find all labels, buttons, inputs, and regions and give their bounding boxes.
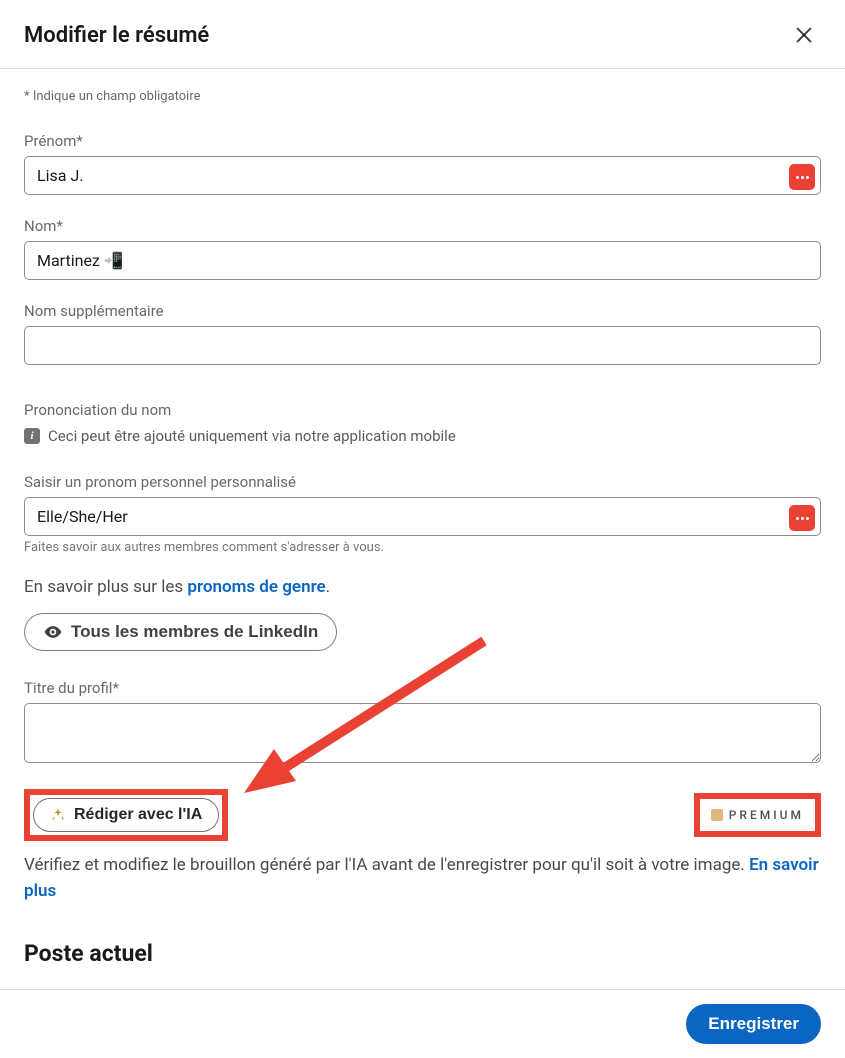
- close-button[interactable]: [787, 18, 821, 52]
- pronoun-learn-prefix: En savoir plus sur les: [24, 577, 187, 597]
- last-name-input[interactable]: [24, 241, 821, 280]
- annotation-highlight-left: Rédiger avec l'IA: [24, 789, 228, 841]
- current-position-heading: Poste actuel: [24, 940, 821, 967]
- additional-name-input[interactable]: [24, 326, 821, 365]
- pronoun-learn-suffix: .: [326, 577, 330, 597]
- visibility-label: Tous les membres de LinkedIn: [71, 622, 318, 642]
- ai-description: Vérifiez et modifiez le brouillon généré…: [24, 853, 821, 904]
- pronoun-learn-more-row: En savoir plus sur les pronoms de genre.: [24, 577, 821, 597]
- visibility-button[interactable]: Tous les membres de LinkedIn: [24, 613, 337, 651]
- first-name-label: Prénom*: [24, 132, 821, 150]
- close-icon: [793, 24, 815, 46]
- headline-input[interactable]: [24, 703, 821, 763]
- pronoun-label: Saisir un pronom personnel personnalisé: [24, 473, 821, 491]
- last-name-label: Nom*: [24, 217, 821, 235]
- premium-badge: PREMIUM: [703, 802, 812, 828]
- required-field-note: * Indique un champ obligatoire: [24, 89, 821, 104]
- pronunciation-info-text: Ceci peut être ajouté uniquement via not…: [48, 427, 456, 445]
- gender-pronoun-link[interactable]: pronoms de genre: [187, 577, 325, 597]
- headline-label: Titre du profil*: [24, 679, 821, 697]
- modal-title: Modifier le résumé: [24, 23, 209, 48]
- pronoun-helper-text: Faites savoir aux autres membres comment…: [24, 540, 821, 555]
- sparkle-icon: [50, 807, 66, 823]
- info-icon: i: [24, 428, 40, 444]
- additional-name-label: Nom supplémentaire: [24, 302, 821, 320]
- premium-icon: [711, 809, 723, 821]
- write-with-ai-button[interactable]: Rédiger avec l'IA: [33, 798, 219, 832]
- premium-text: PREMIUM: [729, 808, 804, 822]
- write-with-ai-label: Rédiger avec l'IA: [74, 806, 202, 824]
- ai-description-text: Vérifiez et modifiez le brouillon généré…: [24, 855, 749, 875]
- eye-icon: [43, 622, 63, 642]
- save-button[interactable]: Enregistrer: [686, 1004, 821, 1044]
- pronunciation-label: Prononciation du nom: [24, 401, 821, 419]
- pronoun-input[interactable]: [24, 497, 821, 536]
- annotation-highlight-right: PREMIUM: [694, 793, 821, 837]
- first-name-input[interactable]: [24, 156, 821, 195]
